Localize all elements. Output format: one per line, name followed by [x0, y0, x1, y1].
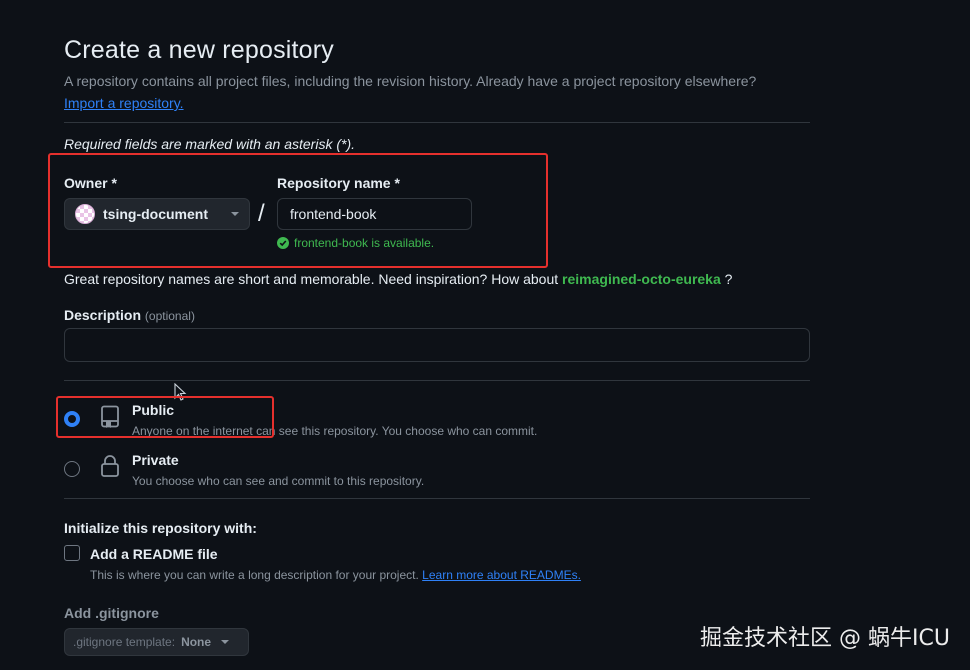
learn-more-readmes-link[interactable]: Learn more about READMEs.	[422, 568, 581, 582]
lock-icon	[101, 455, 119, 477]
optional-hint: (optional)	[144, 309, 195, 323]
owner-avatar	[75, 204, 95, 224]
suggestion-tail: ?	[724, 271, 733, 287]
readme-checkbox[interactable]	[64, 545, 80, 561]
required-note: Required fields are marked with an aster…	[64, 136, 356, 152]
check-circle-icon	[277, 237, 289, 249]
repository-name-label: Repository name *	[277, 175, 400, 191]
divider	[64, 498, 810, 499]
owner-dropdown[interactable]: tsing-document	[64, 198, 250, 230]
suggestion-text: Great repository names are short and mem…	[64, 271, 559, 287]
readme-label: Add a README file	[90, 546, 218, 562]
public-radio[interactable]	[64, 411, 80, 427]
mouse-cursor-icon	[174, 383, 187, 401]
repository-name-input[interactable]	[277, 198, 472, 230]
description-label-text: Description	[64, 307, 142, 323]
description-label: Description (optional)	[64, 307, 195, 323]
import-repository-link[interactable]: Import a repository.	[64, 95, 184, 111]
name-suggestion: Great repository names are short and mem…	[64, 271, 732, 287]
chevron-down-icon	[231, 212, 239, 216]
description-input[interactable]	[64, 328, 810, 362]
page-title: Create a new repository	[64, 36, 335, 64]
public-title: Public	[132, 402, 175, 418]
availability-text: frontend-book is available.	[294, 236, 435, 250]
gitignore-label: Add .gitignore	[64, 605, 159, 621]
public-description: Anyone on the internet can see this repo…	[132, 424, 538, 438]
gitignore-prefix: .gitignore template:	[73, 635, 176, 649]
gitignore-template-dropdown[interactable]: .gitignore template: None	[64, 628, 249, 656]
divider	[64, 122, 810, 123]
availability-status: frontend-book is available.	[277, 236, 434, 250]
page-description: A repository contains all project files,…	[64, 73, 757, 89]
watermark: 掘金技术社区 @ 蜗牛ICU	[700, 626, 950, 651]
readme-desc-text: This is where you can write a long descr…	[90, 568, 419, 582]
private-radio[interactable]	[64, 461, 80, 477]
owner-name: tsing-document	[103, 206, 208, 222]
private-title: Private	[132, 452, 179, 468]
initialize-heading: Initialize this repository with:	[64, 520, 257, 536]
owner-repo-separator: /	[258, 200, 265, 227]
readme-description: This is where you can write a long descr…	[90, 568, 581, 582]
suggested-name-link[interactable]: reimagined-octo-eureka	[562, 271, 721, 287]
private-description: You choose who can see and commit to thi…	[132, 474, 425, 488]
repo-icon	[101, 405, 119, 428]
owner-label: Owner *	[64, 175, 117, 191]
gitignore-value: None	[181, 635, 212, 649]
divider	[64, 380, 810, 381]
chevron-down-icon	[221, 640, 230, 644]
